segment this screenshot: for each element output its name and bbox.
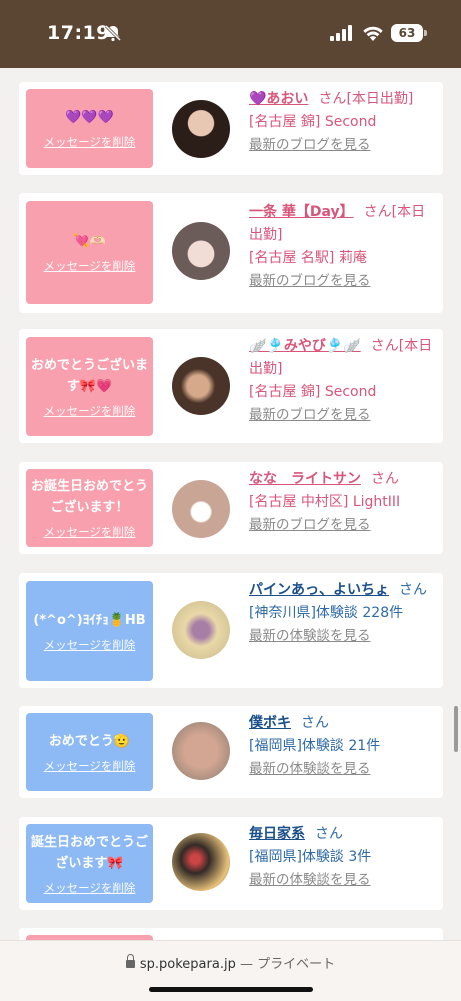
honorific: さん (370, 338, 399, 354)
honorific: さん (371, 471, 399, 487)
user-name-link[interactable]: 一条 華【Day】 (249, 204, 354, 220)
home-indicator[interactable] (149, 987, 313, 992)
user-name-link[interactable]: 🪽🎐みやび🎐🪽 (249, 338, 361, 354)
shop-info: [名古屋 錦] Second (249, 384, 377, 400)
message-bubble: おめでとうございます🎀💗 メッセージを削除 (26, 337, 153, 436)
shop-info: [名古屋 名駅] 莉庵 (249, 250, 367, 266)
user-info: 🪽🎐みやび🎐🪽 さん[本日出勤] [名古屋 錦] Second 最新のブログを見る (249, 335, 437, 427)
battery-tip (424, 30, 427, 36)
message-bubble: 誕生日おめでとうございます🎀 メッセージを削除 (26, 824, 153, 903)
lock-icon (125, 954, 135, 968)
delete-message-link[interactable]: メッセージを削除 (44, 258, 136, 274)
delete-message-link[interactable]: メッセージを削除 (44, 134, 136, 150)
user-info: パインあっ、よいちょ さん [神奈川県]体験談 228件 最新の体験談を見る (249, 579, 437, 648)
message-text: おめでとう🫡 (48, 733, 131, 749)
user-info: 僕ボキ さん [福岡県]体験談 21件 最新の体験談を見る (249, 712, 437, 781)
user-name-link[interactable]: 僕ボキ (249, 715, 291, 731)
user-info: 一条 華【Day】 さん[本日出勤] [名古屋 名駅] 莉庵 最新のブログを見る (249, 201, 437, 293)
message-card: おめでとうございます🎀💗 メッセージを削除 🪽🎐みやび🎐🪽 さん[本日出勤] [名… (19, 329, 443, 443)
latest-blog-link[interactable]: 最新のブログを見る (249, 407, 371, 423)
message-card: 誕生日おめでとうございます🎀 メッセージを削除 毎日家系 さん [福岡県]体験談 … (19, 817, 443, 910)
cellular-signal-icon (330, 25, 352, 41)
delete-message-link[interactable]: メッセージを削除 (44, 758, 136, 774)
message-card: 💘🫶🏻 メッセージを削除 一条 華【Day】 さん[本日出勤] [名古屋 名駅] … (19, 193, 443, 313)
address-bar[interactable]: sp.pokepara.jp — プライベート (0, 953, 461, 972)
message-bubble: (*^o^)ﾖｲﾁｮ🍍HB メッセージを削除 (26, 581, 153, 681)
avatar[interactable] (172, 222, 230, 280)
honorific: さん (315, 826, 343, 842)
browser-bottom-bar: sp.pokepara.jp — プライベート (0, 940, 461, 1001)
review-info: [福岡県]体験談 3件 (249, 849, 372, 865)
scrollbar-thumb[interactable] (454, 706, 458, 752)
honorific: さん (301, 715, 329, 731)
message-bubble: お誕生日おめでとうございます！ メッセージを削除 (26, 469, 153, 547)
user-name-link[interactable]: パインあっ、よいちょ (249, 582, 389, 598)
delete-message-link[interactable]: メッセージを削除 (44, 637, 136, 653)
message-bubble: 💜💜💜 メッセージを削除 (26, 89, 153, 168)
battery-icon: 63 (391, 24, 423, 42)
message-bubble: おめでとう🫡 メッセージを削除 (26, 713, 153, 791)
message-text: おめでとうございます🎀💗 (31, 357, 149, 394)
user-name-link[interactable]: なな ライトサン (249, 471, 361, 487)
honorific: さん (363, 204, 392, 220)
message-card: (*^o^)ﾖｲﾁｮ🍍HB メッセージを削除 パインあっ、よいちょ さん [神奈川… (19, 573, 443, 688)
latest-blog-link[interactable]: 最新のブログを見る (249, 137, 371, 153)
delete-message-link[interactable]: メッセージを削除 (44, 403, 136, 419)
message-text: 💜💜💜 (65, 110, 114, 125)
honorific: さん (318, 91, 347, 107)
message-bubble: 💘🫶🏻 メッセージを削除 (26, 201, 153, 304)
message-card: おめでとう🫡 メッセージを削除 僕ボキ さん [福岡県]体験談 21件 最新の体験… (19, 706, 443, 798)
review-info: [福岡県]体験談 21件 (249, 738, 381, 754)
delete-message-link[interactable]: メッセージを削除 (44, 524, 136, 540)
wifi-icon (363, 26, 383, 41)
message-card: 💜💜💜 メッセージを削除 💜あおい さん[本日出勤] [名古屋 錦] Second… (19, 82, 443, 175)
latest-review-link[interactable]: 最新の体験談を見る (249, 761, 371, 777)
status-time: 17:19 (47, 22, 110, 44)
message-text: 誕生日おめでとうございます🎀 (31, 834, 149, 871)
message-text: お誕生日おめでとうございます！ (31, 479, 149, 515)
avatar[interactable] (172, 480, 230, 538)
private-mode-label: — プライベート (239, 957, 336, 972)
user-name-link[interactable]: 💜あおい (249, 91, 308, 107)
url-text: sp.pokepara.jp (139, 957, 236, 972)
user-info: 毎日家系 さん [福岡県]体験談 3件 最新の体験談を見る (249, 823, 437, 892)
avatar[interactable] (172, 722, 230, 780)
message-text: 💘🫶🏻 (73, 234, 106, 249)
status-bar: 17:19 63 (0, 0, 461, 68)
message-text: (*^o^)ﾖｲﾁｮ🍍HB (33, 612, 146, 628)
avatar[interactable] (172, 100, 230, 158)
message-card: お誕生日おめでとうございます！ メッセージを削除 なな ライトサン さん [名古屋… (19, 462, 443, 554)
latest-blog-link[interactable]: 最新のブログを見る (249, 517, 371, 533)
shift-status: [本日出勤] (346, 91, 414, 107)
review-info: [神奈川県]体験談 228件 (249, 605, 404, 621)
shop-info: [名古屋 錦] Second (249, 114, 377, 130)
silent-bell-icon (104, 24, 122, 42)
avatar[interactable] (172, 357, 230, 415)
latest-blog-link[interactable]: 最新のブログを見る (249, 273, 371, 289)
latest-review-link[interactable]: 最新の体験談を見る (249, 628, 371, 644)
latest-review-link[interactable]: 最新の体験談を見る (249, 872, 371, 888)
user-name-link[interactable]: 毎日家系 (249, 826, 305, 842)
avatar[interactable] (172, 833, 230, 891)
user-info: なな ライトサン さん [名古屋 中村区] LightIII 最新のブログを見る (249, 468, 437, 537)
user-info: 💜あおい さん[本日出勤] [名古屋 錦] Second 最新のブログを見る (249, 88, 437, 157)
honorific: さん (399, 582, 427, 598)
shop-info: [名古屋 中村区] LightIII (249, 494, 401, 510)
delete-message-link[interactable]: メッセージを削除 (44, 880, 136, 896)
avatar[interactable] (172, 601, 230, 659)
